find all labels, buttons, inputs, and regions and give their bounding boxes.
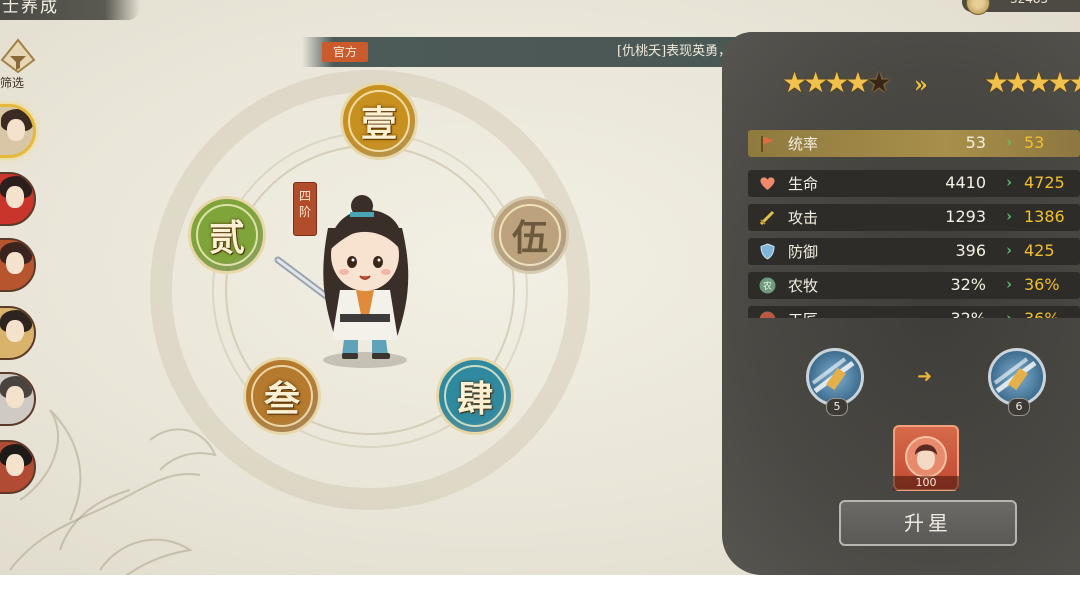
command-flag-icon	[761, 136, 774, 152]
shield-icon	[760, 243, 775, 260]
stat-list: 统率 53 › 53 生命 4410 › 4725 攻击 1293 › 1386…	[748, 130, 1080, 318]
stat-current: 32%	[926, 309, 986, 318]
stat-row-health: 生命 4410 › 4725	[748, 170, 1080, 197]
star-icon: ★	[845, 66, 870, 99]
star-icon: ★	[824, 66, 849, 99]
hero-portrait-4[interactable]	[0, 306, 36, 360]
shard-count: 100	[893, 476, 959, 490]
craft-icon	[759, 311, 776, 318]
stat-next: 425	[1024, 241, 1055, 260]
stat-name: 生命	[788, 175, 819, 193]
stat-next: 36%	[1024, 275, 1060, 294]
hero-face	[6, 252, 24, 274]
stat-next: 4725	[1024, 173, 1065, 192]
arrow-right-icon: ›	[1006, 207, 1012, 225]
stat-current: 4410	[945, 173, 986, 192]
rank-orb-5[interactable]: 伍	[491, 196, 569, 274]
sword-icon	[759, 210, 775, 226]
stat-current: 32%	[950, 275, 986, 294]
star-icon: ★	[803, 66, 828, 99]
arrow-right-icon: ›	[1006, 309, 1012, 318]
upstar-button[interactable]: 升星	[839, 500, 1017, 546]
stat-next: 53	[1024, 133, 1045, 152]
heart-icon	[760, 177, 775, 190]
empty-star-icon: ★	[866, 66, 891, 99]
rank-orb-2[interactable]: 贰	[188, 196, 266, 274]
star-icon: ★	[984, 66, 1009, 99]
currency-value: 32485	[1010, 0, 1048, 6]
hero-portrait-1[interactable]	[0, 104, 36, 158]
hero-face	[6, 454, 24, 476]
stat-row-farming: 农 农牧 32% › 36%	[748, 272, 1080, 299]
arrow-right-icon: ➜	[917, 366, 933, 387]
next-skill-level: 6	[1008, 398, 1030, 416]
coin-icon	[966, 0, 990, 15]
stat-name: 农牧	[788, 277, 819, 295]
stat-row-attack: 攻击 1293 › 1386	[748, 204, 1080, 231]
stat-current: 53	[965, 133, 986, 152]
stat-current: 1293	[945, 207, 986, 226]
rank-orb-4[interactable]: 肆	[436, 357, 514, 435]
star-icon: ★	[1068, 66, 1080, 99]
arrow-right-icon: ›	[1006, 133, 1012, 151]
banner-tag: 官方	[322, 42, 368, 62]
stat-name: 统率	[788, 135, 819, 153]
farming-icon: 农	[759, 277, 776, 294]
scroll-art	[811, 357, 855, 394]
stat-current: 396	[955, 241, 986, 260]
star-icon: ★	[782, 66, 807, 99]
stat-name: 攻击	[788, 209, 819, 227]
arrow-right-icon: ›	[1006, 275, 1012, 293]
hero-portrait-3[interactable]	[0, 238, 36, 292]
banner-message: [仇桃夭]表现英勇，	[617, 44, 732, 59]
arrow-right-icon: ›	[1006, 173, 1012, 191]
rank-badge: 四阶	[293, 182, 317, 236]
filter-label: 筛选	[0, 76, 25, 90]
stat-row-command: 统率 53 › 53	[748, 130, 1080, 157]
stat-next: 36%	[1024, 309, 1060, 318]
game-screen: 士养成 32485 筛选 官方 [仇桃夭]表现英勇， 壹 贰 叁 肆 伍	[0, 0, 1080, 575]
svg-text:农: 农	[763, 280, 772, 292]
page-title: 士养成	[0, 0, 140, 20]
stat-row-craft: 工匠 32% › 36%	[748, 306, 1080, 318]
hero-face	[6, 386, 24, 408]
star-icon: ★	[1026, 66, 1051, 99]
arrow-right-icon: ›	[1006, 241, 1012, 259]
hero-face	[6, 320, 24, 342]
next-stars: ★★★★★	[984, 66, 1080, 99]
hero-face	[6, 186, 24, 208]
current-stars: ★★★★★	[782, 66, 892, 99]
stat-name: 防御	[788, 243, 819, 261]
current-skill-level: 5	[826, 398, 848, 416]
scroll-art	[993, 357, 1037, 394]
stat-name: 工匠	[788, 309, 818, 318]
star-icon: ★	[1047, 66, 1072, 99]
hero-face	[7, 119, 25, 141]
rank-orb-1[interactable]: 壹	[340, 82, 418, 160]
star-icon: ★	[1005, 66, 1030, 99]
hero-portrait-2[interactable]	[0, 172, 36, 226]
stat-row-defense: 防御 396 › 425	[748, 238, 1080, 265]
double-chevron-icon: »	[914, 72, 928, 98]
stat-next: 1386	[1024, 207, 1065, 226]
